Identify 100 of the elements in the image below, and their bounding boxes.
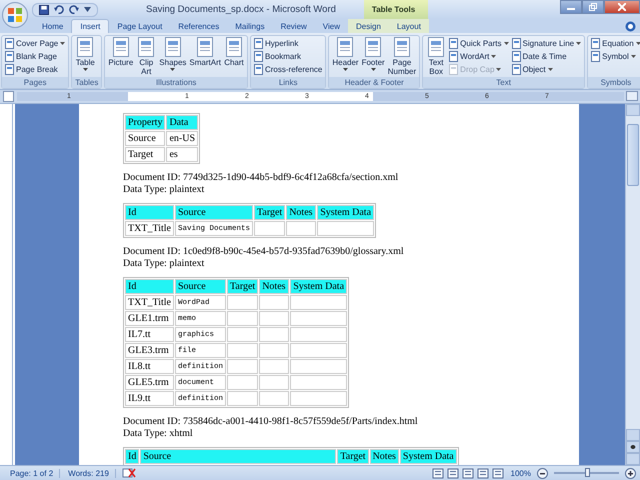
group-label: Header & Footer [329,77,420,88]
page-icon [365,37,382,57]
zoom-out-icon[interactable] [537,468,548,478]
ribbon-button[interactable]: Signature Line [510,37,582,50]
ribbon-button[interactable]: Equation [590,37,640,50]
view-ruler-icon[interactable] [626,91,638,101]
page-icon [512,51,521,62]
ribbon-button[interactable]: Chart [222,37,245,76]
table-cell [259,391,290,406]
view-mode-icon[interactable] [492,468,504,478]
group-label: Illustrations [105,77,247,88]
document-line: Data Type: xhtml [123,428,194,439]
word-count[interactable]: Words: 219 [62,468,116,478]
ribbon-button[interactable]: Header [331,37,360,76]
table-cell [290,375,348,390]
group-label: Links [250,77,326,88]
tab-selector-icon[interactable] [3,91,14,102]
table-cell: GLE3.trm [125,343,174,358]
caret-icon [576,42,582,45]
table-cell [290,391,348,406]
page-icon [254,38,263,49]
table-cell [290,359,348,374]
page-icon [512,38,521,49]
ribbon-tab[interactable]: Design [348,19,389,33]
column-header: Id [125,205,174,220]
page-icon [5,64,14,75]
caret-icon [370,68,376,71]
ribbon-button[interactable]: Cross-reference [252,63,324,76]
redo-icon[interactable] [69,4,79,14]
ribbon-button[interactable]: Quick Parts [448,37,510,50]
page-icon [77,37,94,57]
ribbon-button[interactable]: Symbol [590,50,640,63]
page-icon [138,37,154,57]
group-label: Symbols [588,77,640,88]
save-icon[interactable] [39,4,49,14]
column-header: Data [166,115,198,130]
vertical-scrollbar[interactable] [625,104,640,465]
ribbon-button[interactable]: Footer [360,37,386,76]
ribbon-button[interactable]: Cover Page [4,37,66,50]
ribbon-tab[interactable]: Review [272,19,315,33]
column-header: Source [174,205,253,220]
ribbon-button[interactable]: Hyperlink [252,37,324,50]
table-cell: Target [125,147,166,162]
ribbon-button[interactable]: SmartArt [188,37,222,76]
ribbon-tab[interactable]: References [170,19,228,33]
column-header: Target [254,205,286,220]
window-title: Saving Documents_sp.docx - Microsoft Word [146,4,336,15]
minimize-button[interactable] [560,0,582,14]
column-header: System Data [317,205,374,220]
ribbon-tab[interactable]: Page Layout [109,19,170,33]
ribbon-button[interactable]: Blank Page [4,50,66,63]
proofing-icon[interactable] [122,467,136,479]
table-cell [259,343,290,358]
page-icon [449,51,458,62]
ribbon-tab[interactable]: Mailings [227,19,273,33]
group-label: Pages [2,77,68,88]
column-header: Target [337,449,369,464]
table-cell [259,375,290,390]
page-icon [512,64,521,75]
view-mode-icon[interactable] [446,468,459,478]
table-cell: IL9.tt [125,391,174,406]
ribbon-button[interactable]: Clip Art [135,37,158,76]
ribbon-button[interactable]: Table [74,37,96,76]
ribbon-button[interactable]: Picture [107,37,134,76]
zoom-level[interactable]: 100% [510,468,531,478]
page-count[interactable]: Page: 1 of 2 [4,468,60,478]
four-squares-icon [8,8,22,22]
group-label: Text [423,77,584,88]
view-mode-icon[interactable] [462,468,474,478]
ribbon-tab[interactable]: Home [34,19,72,33]
table-cell [317,221,374,236]
caret-icon [504,42,509,45]
ribbon-button[interactable]: Object [510,63,582,76]
scroll-thumb[interactable] [627,124,639,186]
page-icon [254,51,263,62]
caret-icon [636,42,640,45]
undo-icon[interactable] [54,4,64,14]
ribbon-button[interactable]: Date & Time [510,50,582,63]
column-header: Source [140,449,336,464]
table-cell: en-US [166,131,198,146]
caret-icon [491,55,496,58]
table-cell [259,295,290,310]
customize-caret-icon[interactable] [84,7,91,12]
ribbon-button[interactable]: Page Break [4,63,66,76]
ribbon-tab[interactable]: View [314,19,348,33]
ribbon-tab[interactable]: Layout [388,19,429,33]
view-mode-icon[interactable] [432,468,444,478]
close-button[interactable] [604,0,640,14]
browse-object-icon[interactable] [626,441,640,453]
ribbon-button[interactable]: WordArt [448,50,510,63]
page-icon [254,64,263,75]
view-mode-icon[interactable] [476,468,489,478]
ribbon-button[interactable]: Shapes [158,37,188,76]
ribbon-tab[interactable]: Insert [71,19,110,33]
zoom-slider-thumb[interactable] [584,468,590,477]
column-header: System Data [400,449,457,464]
help-icon[interactable] [625,20,636,32]
restore-button[interactable] [582,0,604,14]
ribbon-button[interactable]: Bookmark [252,50,324,63]
zoom-in-icon[interactable] [625,468,636,478]
